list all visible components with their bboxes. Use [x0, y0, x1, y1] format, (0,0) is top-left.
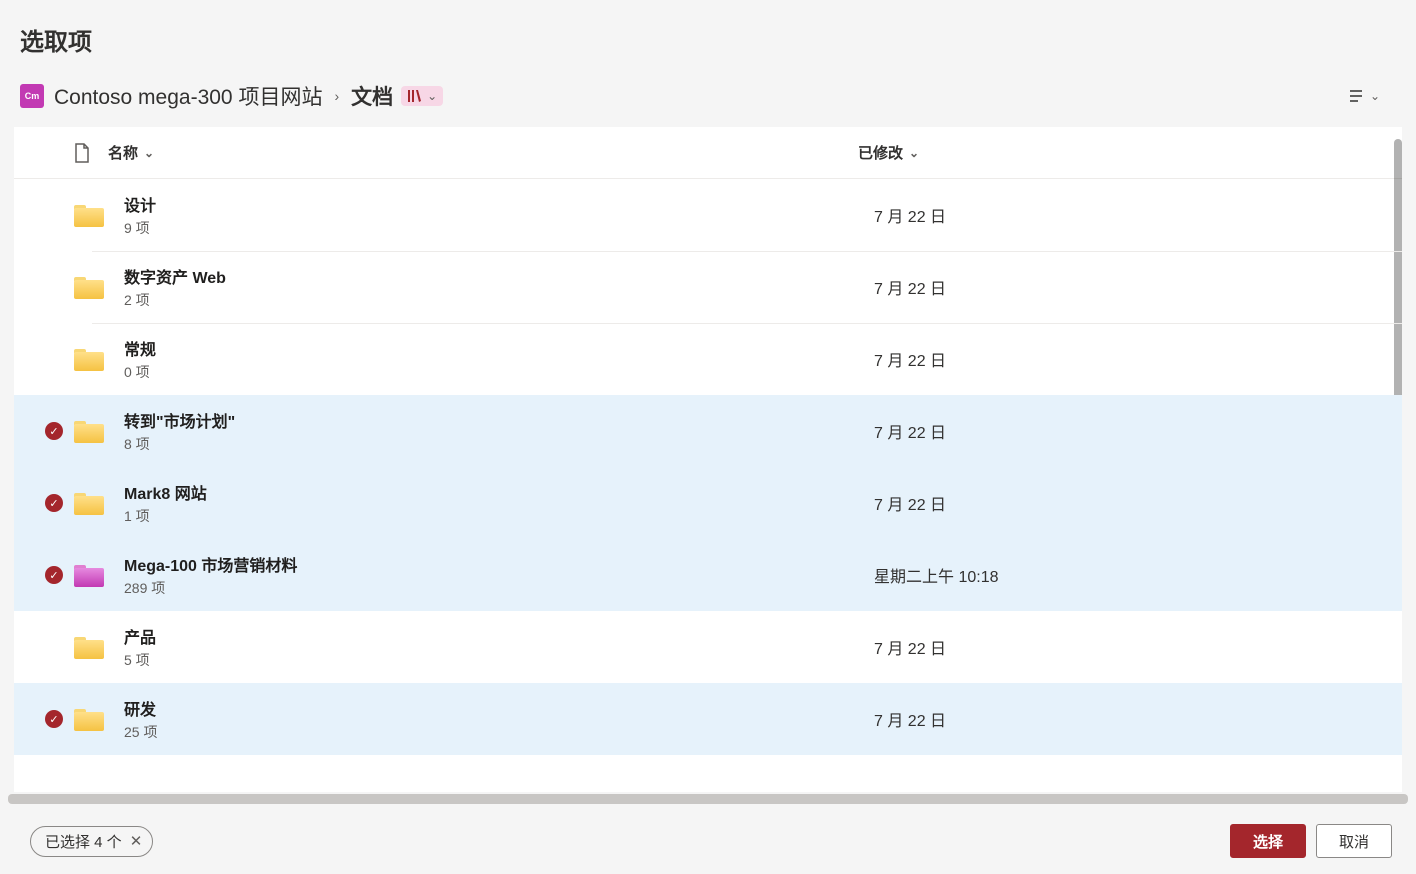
- chevron-down-icon: ⌄: [909, 146, 919, 160]
- item-subtitle: 8 项: [124, 434, 874, 454]
- item-icon: [74, 563, 124, 587]
- item-subtitle: 25 项: [124, 722, 874, 742]
- breadcrumb-current: 文档: [351, 81, 393, 111]
- item-name-cell: 常规0 项: [124, 336, 874, 382]
- checkmark-icon: ✓: [45, 494, 63, 512]
- list-item[interactable]: ✓ 研发25 项7 月 22 日: [14, 683, 1402, 755]
- folder-icon: [74, 707, 104, 731]
- item-modified: 7 月 22 日: [874, 203, 946, 227]
- item-name: 转到"市场计划": [124, 408, 874, 432]
- selection-indicator[interactable]: ✓: [34, 710, 74, 728]
- list-item[interactable]: 产品5 项7 月 22 日: [14, 611, 1402, 683]
- checkmark-icon: ✓: [45, 566, 63, 584]
- list-item[interactable]: ✓ Mega-100 市场营销材料289 项星期二上午 10:18: [14, 539, 1402, 611]
- item-icon: [74, 635, 124, 659]
- item-icon: [74, 275, 124, 299]
- item-icon: [74, 707, 124, 731]
- checkmark-icon: ✓: [45, 710, 63, 728]
- folder-icon: [74, 635, 104, 659]
- item-name: 研发: [124, 696, 874, 720]
- dialog-footer: 已选择 4 个 ✕ 选择 取消: [0, 804, 1416, 874]
- selection-indicator[interactable]: ✓: [34, 422, 74, 440]
- breadcrumb: Cm Contoso mega-300 项目网站 › 文档 ⌄ ⌄: [0, 71, 1416, 127]
- column-header-modified-label: 已修改: [858, 142, 903, 163]
- item-subtitle: 289 项: [124, 578, 874, 598]
- view-options-button[interactable]: ⌄: [1342, 82, 1384, 110]
- list-item[interactable]: ✓ 转到"市场计划"8 项7 月 22 日: [14, 395, 1402, 467]
- file-picker-dialog: 选取项 Cm Contoso mega-300 项目网站 › 文档 ⌄ ⌄ 名称…: [0, 0, 1416, 874]
- column-header-name-label: 名称: [108, 142, 138, 163]
- item-name: Mega-100 市场营销材料: [124, 552, 874, 576]
- list-icon: [1346, 86, 1366, 106]
- list-item[interactable]: 数字资产 Web2 项7 月 22 日: [14, 251, 1402, 323]
- item-name-cell: 产品5 项: [124, 624, 874, 670]
- site-icon: Cm: [20, 84, 44, 108]
- item-modified: 7 月 22 日: [874, 419, 946, 443]
- folder-icon: [74, 419, 104, 443]
- item-subtitle: 2 项: [124, 290, 874, 310]
- folder-icon: [74, 203, 104, 227]
- item-name-cell: Mark8 网站1 项: [124, 480, 874, 526]
- item-icon: [74, 347, 124, 371]
- selection-pill: 已选择 4 个 ✕: [30, 826, 153, 857]
- breadcrumb-site[interactable]: Contoso mega-300 项目网站: [54, 81, 322, 111]
- chevron-down-icon: ⌄: [144, 146, 154, 160]
- folder-icon: [74, 275, 104, 299]
- column-header-name[interactable]: 名称 ⌄: [108, 142, 858, 163]
- item-name: 产品: [124, 624, 874, 648]
- item-modified: 7 月 22 日: [874, 491, 946, 515]
- library-picker[interactable]: ⌄: [401, 86, 443, 106]
- selection-count-label: 已选择 4 个: [45, 831, 122, 852]
- cancel-button[interactable]: 取消: [1316, 824, 1392, 858]
- item-name: 数字资产 Web: [124, 264, 874, 288]
- item-name: 设计: [124, 192, 874, 216]
- item-icon: [74, 419, 124, 443]
- item-icon: [74, 491, 124, 515]
- folder-icon: [74, 347, 104, 371]
- item-modified: 7 月 22 日: [874, 275, 946, 299]
- chevron-right-icon: ›: [334, 88, 339, 104]
- item-name: 常规: [124, 336, 874, 360]
- item-modified: 星期二上午 10:18: [874, 563, 999, 587]
- item-icon: [74, 203, 124, 227]
- folder-icon: [74, 563, 104, 587]
- select-button[interactable]: 选择: [1230, 824, 1306, 858]
- file-list: 名称 ⌄ 已修改 ⌄ 设计9 项7 月 22 日数字资产 Web2 项7 月 2…: [14, 127, 1402, 792]
- item-modified: 7 月 22 日: [874, 635, 946, 659]
- item-name-cell: 数字资产 Web2 项: [124, 264, 874, 310]
- selection-indicator[interactable]: ✓: [34, 494, 74, 512]
- list-item[interactable]: 设计9 项7 月 22 日: [14, 179, 1402, 251]
- list-item[interactable]: 常规0 项7 月 22 日: [14, 323, 1402, 395]
- chevron-down-icon: ⌄: [427, 89, 437, 103]
- folder-icon: [74, 491, 104, 515]
- item-subtitle: 9 项: [124, 218, 874, 238]
- document-icon: [74, 143, 108, 163]
- column-header-modified[interactable]: 已修改 ⌄: [858, 142, 919, 163]
- item-name-cell: 研发25 项: [124, 696, 874, 742]
- dialog-title: 选取项: [20, 22, 1396, 57]
- item-name: Mark8 网站: [124, 480, 874, 504]
- item-subtitle: 0 项: [124, 362, 874, 382]
- chevron-down-icon: ⌄: [1370, 89, 1380, 103]
- item-subtitle: 5 项: [124, 650, 874, 670]
- clear-selection-button[interactable]: ✕: [130, 832, 143, 850]
- library-icon: [407, 88, 423, 104]
- item-modified: 7 月 22 日: [874, 347, 946, 371]
- item-name-cell: 转到"市场计划"8 项: [124, 408, 874, 454]
- list-item[interactable]: ✓ Mark8 网站1 项7 月 22 日: [14, 467, 1402, 539]
- column-header-row: 名称 ⌄ 已修改 ⌄: [14, 127, 1402, 179]
- scrollbar-horizontal[interactable]: [8, 794, 1408, 804]
- item-modified: 7 月 22 日: [874, 707, 946, 731]
- item-name-cell: 设计9 项: [124, 192, 874, 238]
- checkmark-icon: ✓: [45, 422, 63, 440]
- item-name-cell: Mega-100 市场营销材料289 项: [124, 552, 874, 598]
- selection-indicator[interactable]: ✓: [34, 566, 74, 584]
- item-subtitle: 1 项: [124, 506, 874, 526]
- dialog-header: 选取项: [0, 0, 1416, 71]
